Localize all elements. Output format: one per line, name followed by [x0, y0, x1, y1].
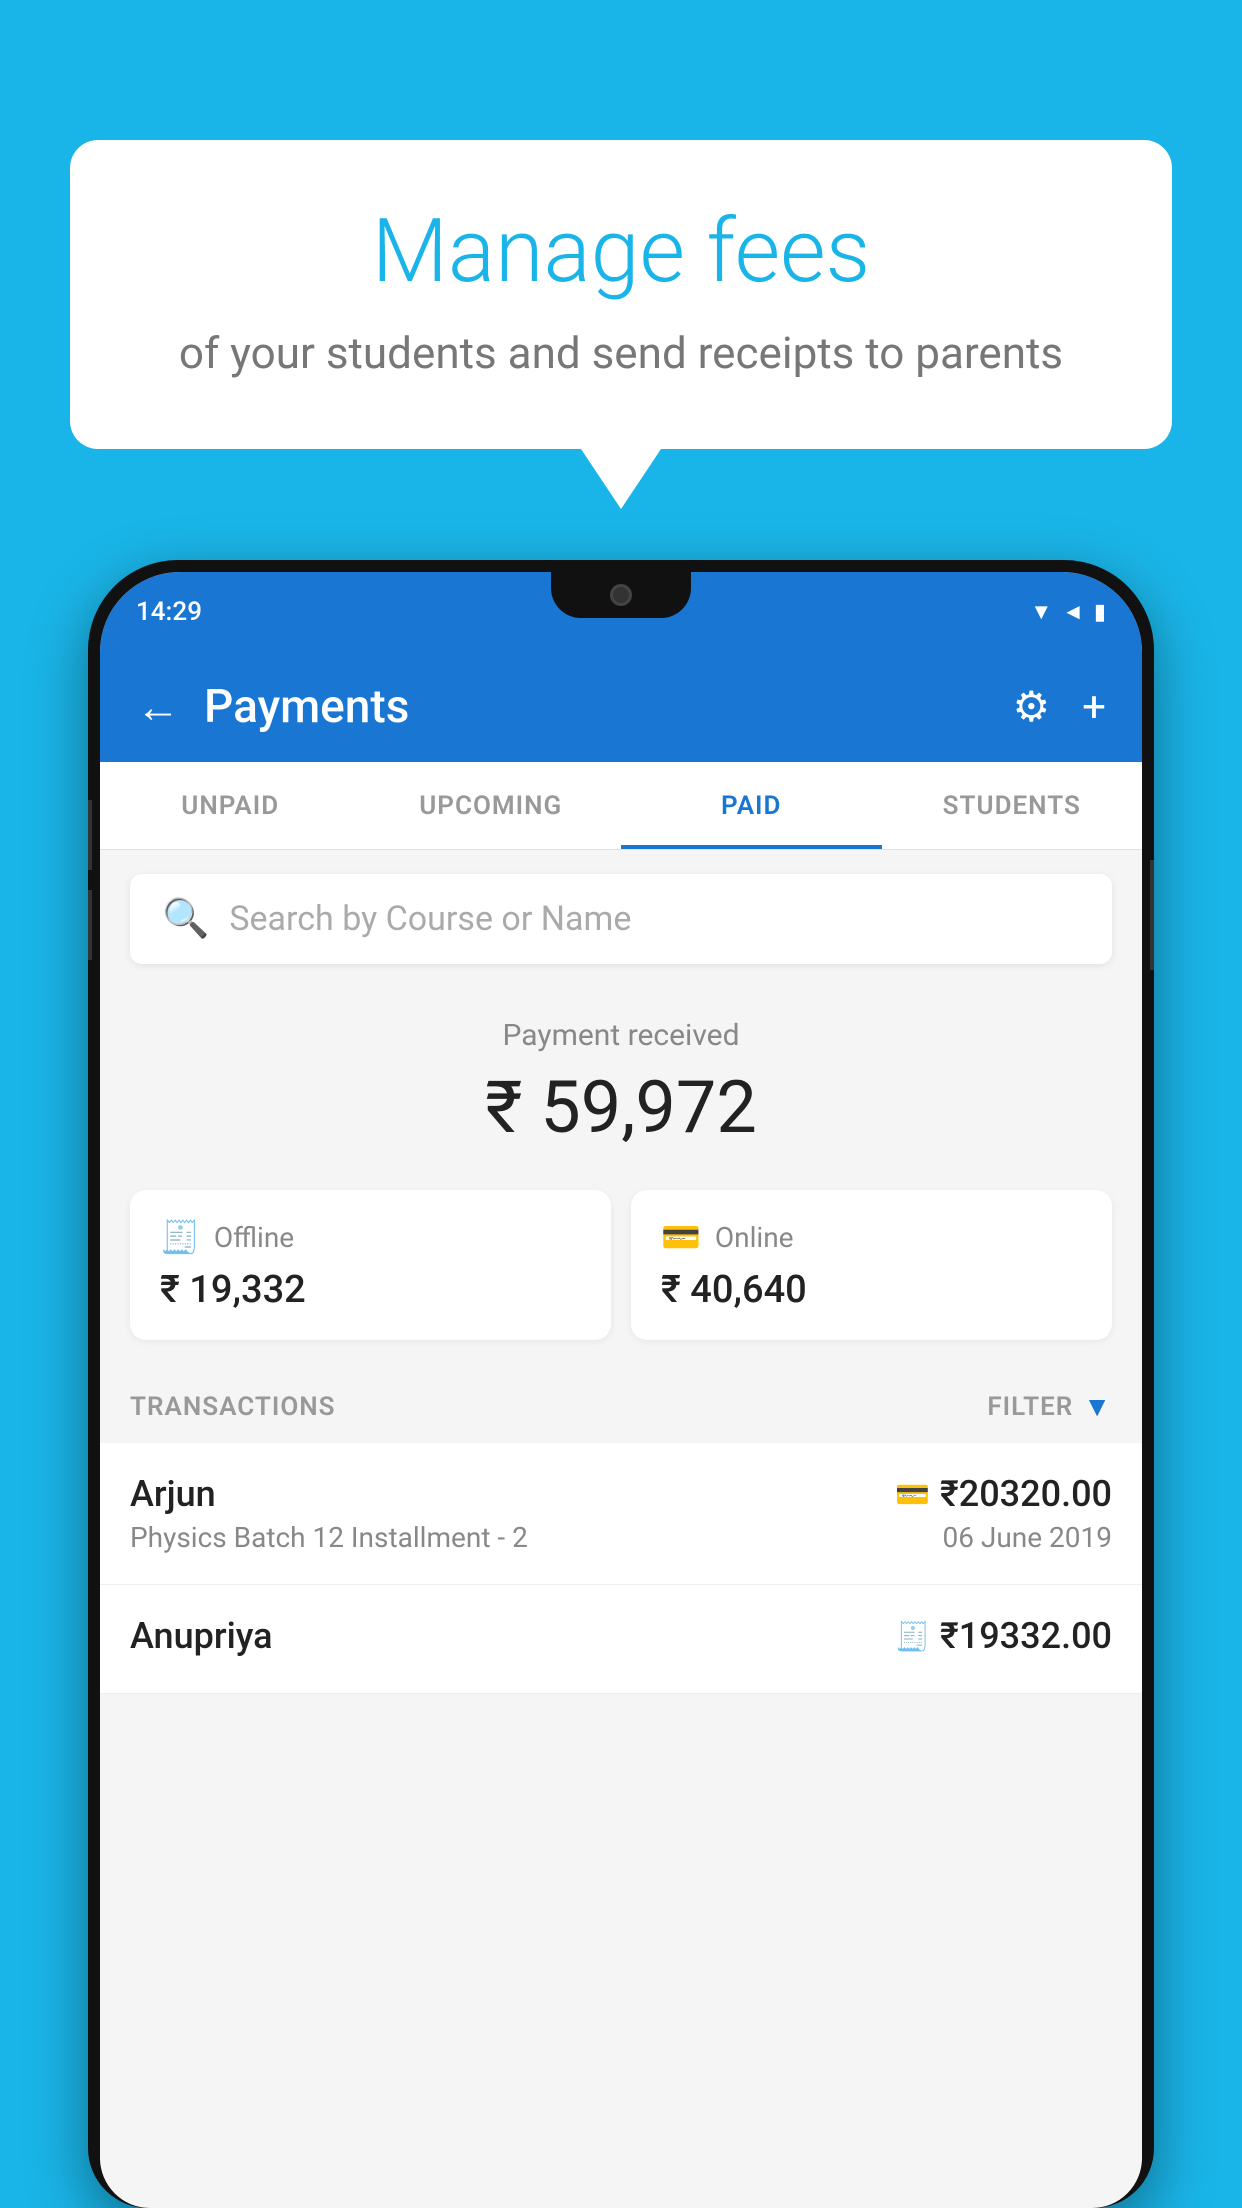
- transaction-amount-arjun: 💳 ₹20320.00: [895, 1473, 1112, 1515]
- volume-up-button: [88, 800, 92, 870]
- transaction-detail-arjun: Physics Batch 12 Installment - 2: [130, 1521, 889, 1554]
- search-bar[interactable]: 🔍 Search by Course or Name: [130, 874, 1112, 964]
- speech-bubble-container: Manage fees of your students and send re…: [70, 140, 1172, 509]
- back-button[interactable]: ←: [136, 681, 180, 733]
- offline-payment-icon: 🧾: [160, 1218, 200, 1256]
- status-icons: ▼ ◄ ▮: [1030, 599, 1106, 625]
- volume-buttons: [88, 800, 92, 960]
- filter-button[interactable]: FILTER ▼: [987, 1390, 1112, 1423]
- speech-bubble: Manage fees of your students and send re…: [70, 140, 1172, 449]
- add-icon[interactable]: +: [1082, 683, 1106, 732]
- transaction-amount-anupriya: 🧾 ₹19332.00: [895, 1615, 1112, 1657]
- offline-card-header: 🧾 Offline: [160, 1218, 581, 1256]
- power-button: [1150, 860, 1154, 970]
- tab-upcoming[interactable]: UPCOMING: [361, 762, 622, 849]
- online-payment-icon: 💳: [661, 1218, 701, 1256]
- offline-amount: ₹ 19,332: [160, 1268, 581, 1312]
- speech-bubble-arrow: [581, 449, 661, 509]
- online-payment-indicator: 💳: [895, 1478, 930, 1511]
- app-header: ← Payments ⚙ +: [100, 652, 1142, 762]
- payment-summary: Payment received ₹ 59,972: [100, 988, 1142, 1174]
- transactions-header: TRANSACTIONS FILTER ▼: [100, 1370, 1142, 1443]
- power-btn: [1150, 860, 1154, 970]
- page-title: Payments: [204, 680, 989, 734]
- wifi-icon: ▼: [1030, 599, 1052, 625]
- transaction-name-arjun: Arjun: [130, 1473, 889, 1515]
- speech-bubble-subtitle: of your students and send receipts to pa…: [150, 327, 1092, 379]
- filter-label: FILTER: [987, 1392, 1073, 1422]
- payment-received-label: Payment received: [130, 1018, 1112, 1053]
- offline-card: 🧾 Offline ₹ 19,332: [130, 1190, 611, 1340]
- tab-bar: UNPAID UPCOMING PAID STUDENTS: [100, 762, 1142, 850]
- transaction-name-anupriya: Anupriya: [130, 1615, 889, 1657]
- online-label: Online: [715, 1221, 794, 1254]
- status-time: 14:29: [136, 597, 202, 627]
- search-icon: 🔍: [162, 897, 209, 941]
- header-icons: ⚙ +: [1013, 682, 1107, 732]
- payment-total-amount: ₹ 59,972: [130, 1065, 1112, 1150]
- tab-students[interactable]: STUDENTS: [882, 762, 1143, 849]
- online-card-header: 💳 Online: [661, 1218, 1082, 1256]
- tab-unpaid[interactable]: UNPAID: [100, 762, 361, 849]
- status-bar: 14:29 ▼ ◄ ▮: [100, 572, 1142, 652]
- payment-cards: 🧾 Offline ₹ 19,332 💳 Online ₹ 40,640: [100, 1174, 1142, 1370]
- transaction-date-arjun: 06 June 2019: [895, 1521, 1112, 1554]
- signal-icon: ◄: [1062, 599, 1084, 625]
- online-card: 💳 Online ₹ 40,640: [631, 1190, 1112, 1340]
- phone-frame: 14:29 ▼ ◄ ▮ ← Payments ⚙ + UNPAID: [88, 560, 1154, 2208]
- camera: [610, 584, 632, 606]
- offline-payment-indicator: 🧾: [895, 1620, 930, 1653]
- table-row[interactable]: Anupriya 🧾 ₹19332.00: [100, 1585, 1142, 1694]
- phone-notch: [551, 572, 691, 618]
- battery-icon: ▮: [1094, 600, 1106, 625]
- search-container: 🔍 Search by Course or Name: [100, 850, 1142, 988]
- transactions-list: Arjun 💳 ₹20320.00 Physics Batch 12 Insta…: [100, 1443, 1142, 1694]
- offline-label: Offline: [214, 1221, 294, 1254]
- table-row[interactable]: Arjun 💳 ₹20320.00 Physics Batch 12 Insta…: [100, 1443, 1142, 1585]
- tab-paid[interactable]: PAID: [621, 762, 882, 849]
- volume-down-button: [88, 890, 92, 960]
- search-input[interactable]: Search by Course or Name: [229, 899, 1080, 939]
- phone-screen: 14:29 ▼ ◄ ▮ ← Payments ⚙ + UNPAID: [100, 572, 1142, 2208]
- transactions-label: TRANSACTIONS: [130, 1392, 336, 1422]
- online-amount: ₹ 40,640: [661, 1268, 1082, 1312]
- filter-icon: ▼: [1083, 1390, 1112, 1423]
- speech-bubble-title: Manage fees: [150, 200, 1092, 303]
- settings-icon[interactable]: ⚙: [1013, 682, 1051, 732]
